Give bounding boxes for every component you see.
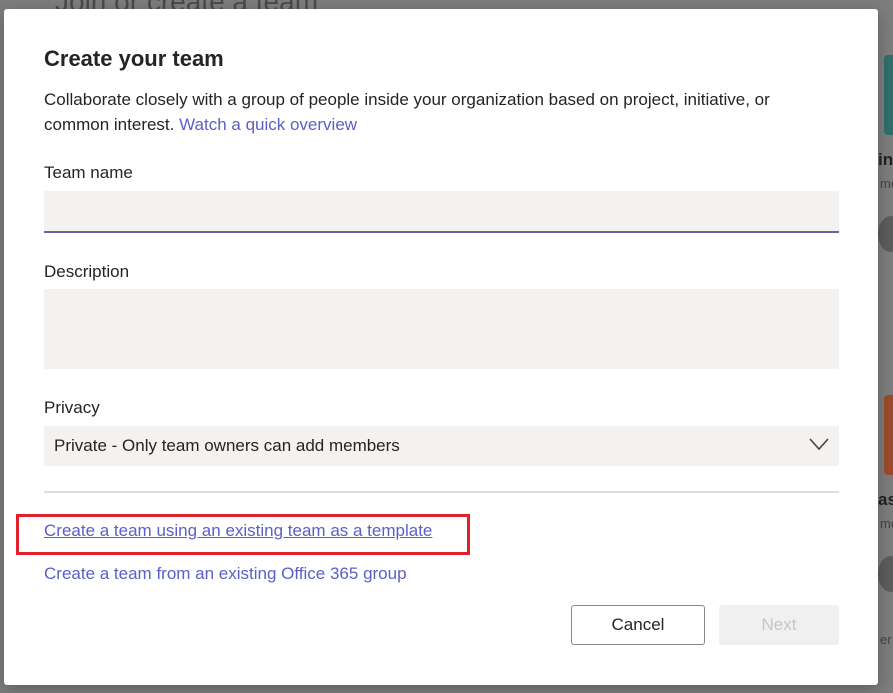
background-avatar (878, 556, 893, 592)
background-avatar (878, 216, 893, 252)
dialog-title: Create your team (44, 46, 224, 71)
cancel-button[interactable]: Cancel (571, 605, 705, 645)
team-name-label: Team name (44, 163, 133, 182)
description-label: Description (44, 262, 130, 281)
privacy-label: Privacy (44, 398, 100, 417)
chevron-down-icon (809, 438, 829, 451)
background-card-title: in (878, 150, 893, 169)
background-card-subtitle: er (880, 632, 892, 647)
privacy-dropdown[interactable]: Private - Only team owners can add membe… (44, 426, 839, 466)
background-team-card-image (884, 55, 893, 135)
intro-text: Collaborate closely with a group of peop… (44, 90, 770, 134)
description-textarea[interactable] (44, 289, 839, 369)
watch-overview-link[interactable]: Watch a quick overview (179, 115, 357, 134)
team-name-input[interactable] (44, 191, 839, 233)
background-card-subtitle: me (880, 176, 893, 191)
office365-group-link[interactable]: Create a team from an existing Office 36… (44, 564, 407, 584)
template-team-link[interactable]: Create a team using an existing team as … (44, 521, 432, 541)
privacy-selected-value: Private - Only team owners can add membe… (54, 436, 400, 455)
dialog-intro: Collaborate closely with a group of peop… (44, 87, 834, 137)
background-card-title: as (878, 490, 893, 509)
next-button[interactable]: Next (719, 605, 839, 645)
background-card-subtitle: me (880, 516, 893, 531)
create-team-dialog: Create your team Collaborate closely wit… (4, 9, 878, 685)
divider (44, 491, 839, 493)
background-team-card-image (884, 395, 893, 475)
